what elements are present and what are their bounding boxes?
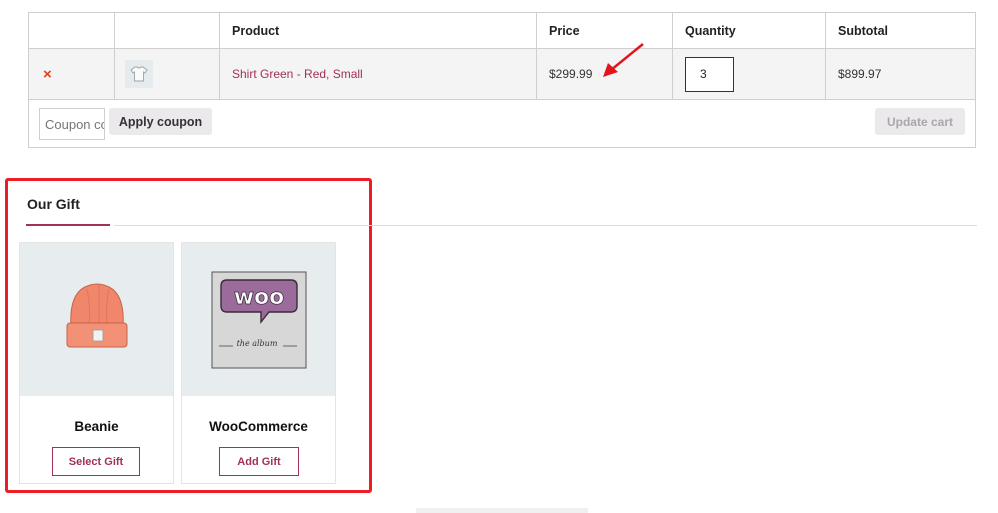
product-cell: Shirt Green - Red, Small [220, 49, 537, 99]
beanie-icon [66, 283, 127, 347]
add-gift-button[interactable]: Add Gift [219, 447, 299, 476]
quantity-cell [673, 49, 826, 99]
cart-table-header: Product Price Quantity Subtotal [29, 13, 975, 49]
coupon-input[interactable] [39, 108, 105, 140]
update-cart-button[interactable]: Update cart [875, 108, 965, 135]
header-thumbnail [115, 13, 220, 48]
title-underline [26, 224, 110, 226]
gift-name: WooCommerce [209, 419, 308, 434]
album-text: the album [236, 339, 277, 348]
product-price: $299.99 [549, 67, 593, 81]
bottom-edge-element [416, 508, 588, 513]
gift-section-title: Our Gift [27, 196, 80, 212]
woo-logo-text: woo [233, 285, 284, 310]
apply-coupon-button[interactable]: Apply coupon [109, 108, 212, 135]
cart-actions: Apply coupon Update cart [29, 100, 975, 148]
quantity-input[interactable] [685, 56, 734, 92]
beanie-image[interactable] [20, 243, 173, 396]
header-product: Product [220, 13, 537, 48]
woo-album-image[interactable]: woo the album [182, 243, 335, 396]
remove-item-button[interactable]: × [29, 66, 52, 83]
remove-cell: × [29, 49, 115, 99]
annotation-arrow-icon [603, 43, 644, 77]
thumbnail-cell [115, 49, 220, 99]
gift-card-beanie: Beanie Select Gift [19, 242, 174, 484]
header-subtotal: Subtotal [838, 23, 888, 38]
price-cell: $299.99 [537, 43, 673, 99]
table-row: × Shirt Green - Red, Small $299.99 $899.… [29, 43, 977, 100]
subtotal-cell: $899.97 [826, 49, 977, 99]
product-thumbnail[interactable] [125, 60, 153, 88]
woo-album-icon: woo the album [211, 271, 306, 368]
gift-name: Beanie [74, 419, 119, 434]
section-divider [114, 225, 977, 226]
product-name-link[interactable]: Shirt Green - Red, Small [232, 67, 363, 81]
tshirt-icon [130, 66, 148, 82]
select-gift-button[interactable]: Select Gift [52, 447, 140, 476]
cart-table: Product Price Quantity Subtotal × Shirt … [28, 12, 976, 148]
header-quantity: Quantity [673, 13, 826, 48]
header-remove [29, 13, 115, 48]
product-subtotal: $899.97 [838, 67, 882, 81]
gift-card-woocommerce: woo the album WooCommerce Add Gift [181, 242, 336, 484]
